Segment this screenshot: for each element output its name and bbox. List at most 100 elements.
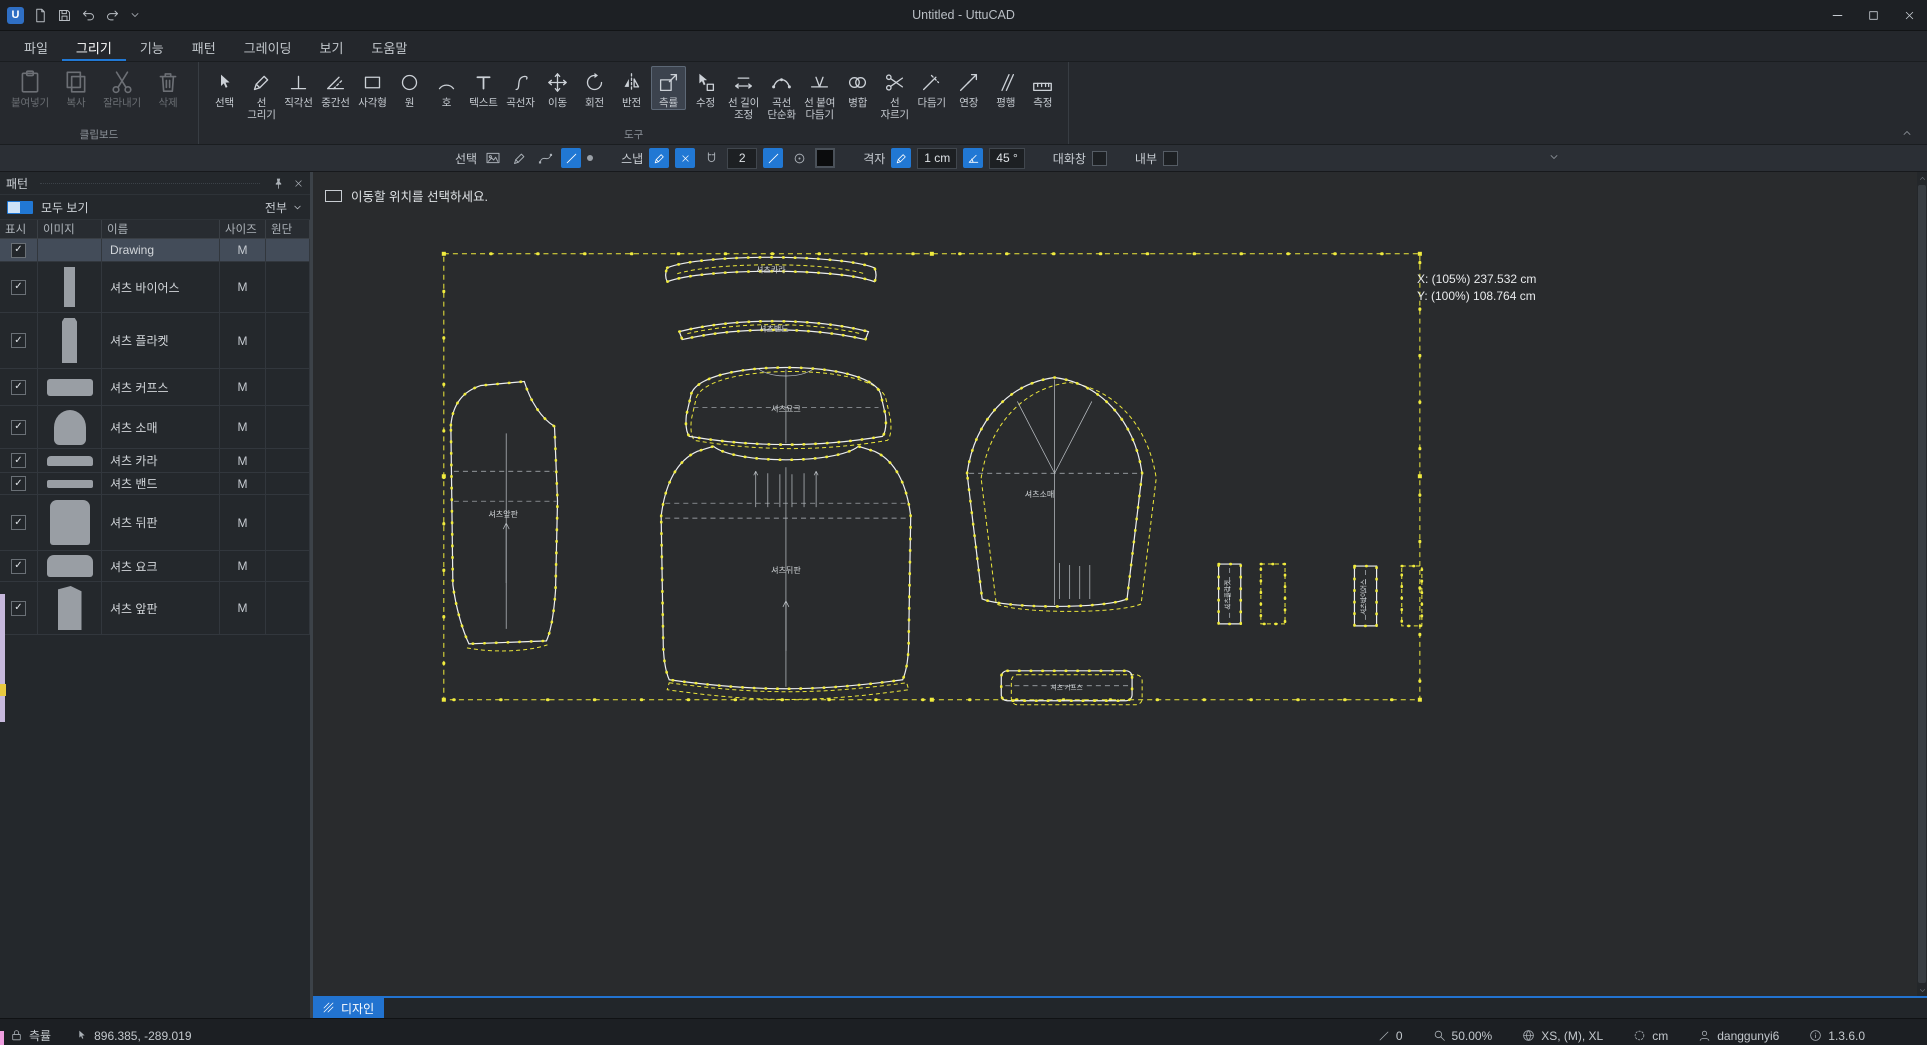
tool-select-button[interactable]: 선택 (207, 66, 242, 110)
pattern-row-shirt-front[interactable]: ✓셔츠 앞판M (0, 582, 310, 635)
visibility-checkbox[interactable]: ✓ (11, 476, 26, 491)
size-set[interactable]: XS, (M), XL (1522, 1029, 1603, 1043)
menu-item-grading[interactable]: 그레이딩 (230, 31, 306, 61)
tool-cut-line-button[interactable]: 선자르기 (877, 66, 912, 122)
tool-modify-button[interactable]: 수정 (688, 66, 723, 110)
visibility-checkbox[interactable]: ✓ (11, 380, 26, 395)
visibility-checkbox[interactable]: ✓ (11, 243, 26, 258)
tab-design[interactable]: 디자인 (313, 998, 384, 1018)
tool-flip-button[interactable]: 반전 (614, 66, 649, 110)
pattern-row-shirt-sleeve[interactable]: ✓셔츠 소매M (0, 406, 310, 449)
piece-collar[interactable]: 셔츠카라 (666, 257, 876, 281)
grid-angle-value[interactable]: 45 ° (989, 148, 1024, 169)
tool-rectangle-button[interactable]: 사각형 (355, 66, 390, 110)
tool-draw-line-button[interactable]: 선그리기 (244, 66, 279, 122)
vertical-scrollbar[interactable] (1917, 172, 1927, 996)
tool-text-button[interactable]: 텍스트 (466, 66, 501, 110)
tool-circle-button[interactable]: 원 (392, 66, 427, 110)
grid-angle-icon[interactable] (963, 148, 983, 168)
piece-yoke[interactable]: 셔츠요크 (686, 368, 891, 449)
color-swatch[interactable] (815, 148, 835, 168)
tool-curve-ruler-button[interactable]: 곡선자 (503, 66, 538, 110)
panel-close-icon[interactable] (293, 178, 304, 189)
visibility-checkbox[interactable]: ✓ (11, 420, 26, 435)
pattern-row-shirt-collar[interactable]: ✓셔츠 카라M (0, 449, 310, 473)
tool-delete-button[interactable]: 삭제 (146, 66, 190, 110)
scrollbar-thumb[interactable] (1918, 185, 1926, 983)
line-select-icon[interactable] (561, 148, 581, 168)
menu-item-file[interactable]: 파일 (10, 31, 62, 61)
curve-select-icon[interactable] (535, 148, 555, 168)
tool-arc-button[interactable]: 호 (429, 66, 464, 110)
pattern-canvas-drawing[interactable]: 셔츠카라 셔츠밴드 (313, 172, 1927, 996)
options-dropdown-icon[interactable] (1548, 151, 1560, 163)
piece-bias[interactable]: 셔츠바이어스 (1354, 566, 1421, 626)
tool-line-length-button[interactable]: 선 길이조정 (725, 66, 762, 122)
dialog-checkbox[interactable] (1092, 151, 1107, 166)
pattern-row-shirt-bias[interactable]: ✓셔츠 바이어스M (0, 262, 310, 313)
menu-item-pattern[interactable]: 패턴 (178, 31, 230, 61)
tool-paste-button[interactable]: 붙여넣기 (8, 66, 52, 110)
snap-intersection-icon[interactable] (675, 148, 695, 168)
visibility-checkbox[interactable]: ✓ (11, 333, 26, 348)
snap-tolerance-value[interactable]: 2 (727, 148, 757, 169)
maximize-icon[interactable] (1855, 1, 1891, 30)
tool-rotate-button[interactable]: 회전 (577, 66, 612, 110)
visibility-checkbox[interactable]: ✓ (11, 601, 26, 616)
drawing-canvas[interactable]: 셔츠카라 셔츠밴드 (313, 172, 1927, 996)
inner-checkbox[interactable] (1163, 151, 1178, 166)
grid-size-value[interactable]: 1 cm (917, 148, 957, 169)
scroll-up-icon[interactable] (1918, 172, 1927, 184)
tool-parallel-button[interactable]: 평행 (988, 66, 1023, 110)
unit-indicator[interactable]: cm (1633, 1029, 1668, 1043)
tool-copy-button[interactable]: 복사 (54, 66, 98, 110)
piece-front[interactable]: 셔츠앞판 (451, 381, 558, 650)
menu-item-view[interactable]: 보기 (306, 31, 358, 61)
save-icon[interactable] (57, 8, 72, 23)
tool-move-button[interactable]: 이동 (540, 66, 575, 110)
image-select-icon[interactable] (483, 148, 503, 168)
new-file-icon[interactable] (33, 8, 48, 23)
quick-access-dropdown-icon[interactable] (129, 9, 141, 21)
undo-icon[interactable] (81, 8, 96, 23)
menu-item-draw[interactable]: 그리기 (62, 31, 126, 61)
redo-icon[interactable] (105, 8, 120, 23)
tool-curve-simplify-button[interactable]: 곡선단순화 (764, 66, 799, 122)
tool-scale-button[interactable]: 측률 (651, 66, 686, 110)
piece-back[interactable]: 셔츠뒤판 (661, 446, 911, 699)
ribbon-collapse-icon[interactable] (1901, 127, 1913, 139)
snap-magnet-icon[interactable] (701, 148, 721, 168)
snap-center-icon[interactable] (789, 148, 809, 168)
pattern-row-shirt-back[interactable]: ✓셔츠 뒤판M (0, 495, 310, 551)
pattern-row-shirt-cuffs[interactable]: ✓셔츠 커프스M (0, 369, 310, 406)
pin-icon[interactable] (272, 177, 285, 190)
visibility-checkbox[interactable]: ✓ (11, 515, 26, 530)
piece-band[interactable]: 셔츠밴드 (679, 321, 868, 339)
pattern-row-shirt-yoke[interactable]: ✓셔츠 요크M (0, 551, 310, 582)
tool-extend-button[interactable]: 연장 (951, 66, 986, 110)
show-all-toggle[interactable] (7, 201, 33, 214)
close-icon[interactable] (1891, 1, 1927, 30)
piece-placket[interactable]: 셔츠플라켓 (1219, 564, 1285, 624)
grid-pen-icon[interactable] (891, 148, 911, 168)
tool-trim-button[interactable]: 다듬기 (914, 66, 949, 110)
selection-handles[interactable] (442, 252, 1422, 702)
minimize-icon[interactable] (1819, 1, 1855, 30)
tool-attach-trim-button[interactable]: 선 붙여다듬기 (801, 66, 838, 122)
zoom-level[interactable]: 50.00% (1433, 1029, 1493, 1043)
menu-item-help[interactable]: 도움말 (357, 31, 421, 61)
visibility-checkbox[interactable]: ✓ (11, 280, 26, 295)
visibility-checkbox[interactable]: ✓ (11, 453, 26, 468)
pattern-row-shirt-placket[interactable]: ✓셔츠 플라켓M (0, 313, 310, 369)
pattern-row-shirt-band[interactable]: ✓셔츠 밴드M (0, 473, 310, 495)
tool-merge-button[interactable]: 병합 (840, 66, 875, 110)
pen-select-icon[interactable] (509, 148, 529, 168)
tool-cut-button[interactable]: 잘라내기 (100, 66, 144, 110)
snap-pen-icon[interactable] (649, 148, 669, 168)
scroll-down-icon[interactable] (1918, 984, 1927, 996)
tool-middle-line-button[interactable]: 중간선 (318, 66, 353, 110)
menu-item-function[interactable]: 기능 (126, 31, 178, 61)
pattern-filter-dropdown[interactable]: 전부 (265, 199, 303, 216)
tool-measure-button[interactable]: 측정 (1025, 66, 1060, 110)
pattern-row-drawing[interactable]: ✓DrawingM (0, 239, 310, 262)
